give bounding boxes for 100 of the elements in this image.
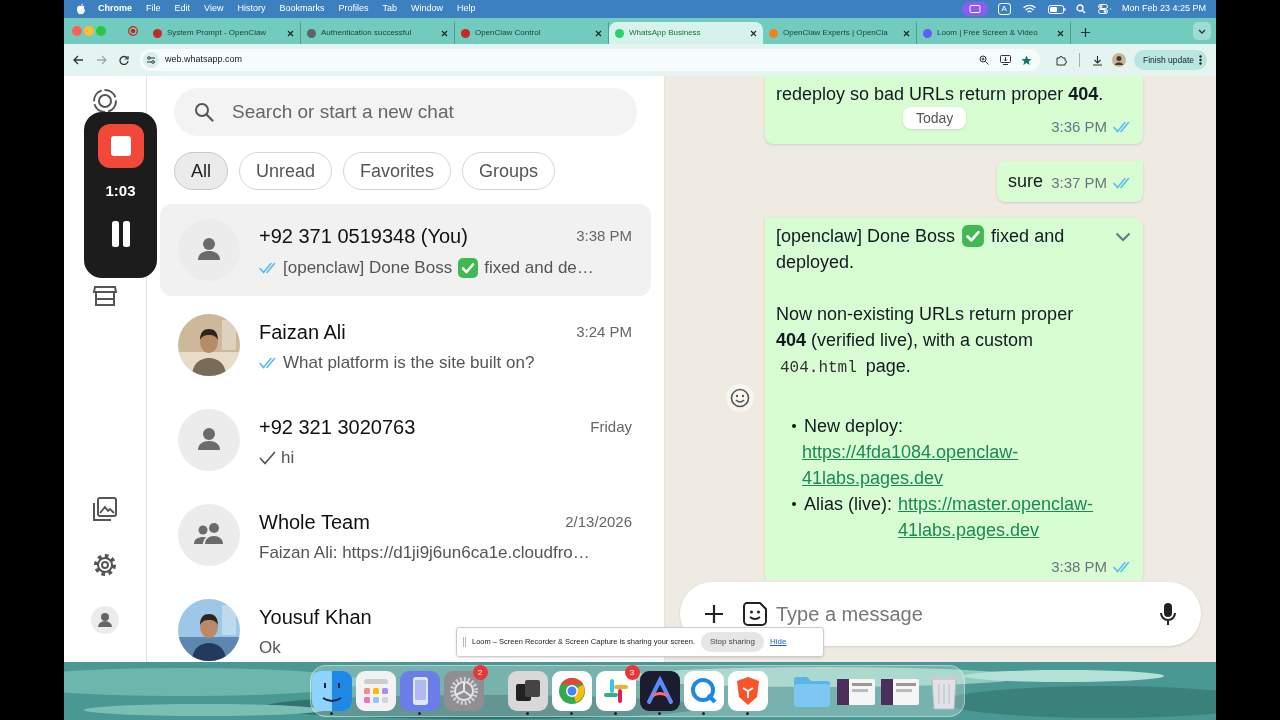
contact-name: Yousuf Khan xyxy=(259,605,372,630)
contact-name: +92 321 3020763 xyxy=(259,415,416,440)
drag-handle-icon[interactable] xyxy=(463,637,466,647)
menu-item[interactable]: Tab xyxy=(382,2,397,16)
storefront-icon[interactable] xyxy=(92,283,118,309)
avatar-icon xyxy=(178,409,240,471)
plus-icon[interactable] xyxy=(704,604,724,624)
chevron-down-icon[interactable] xyxy=(1115,231,1131,242)
profile-avatar-icon[interactable] xyxy=(1112,53,1126,67)
message-preview: fixed and de… xyxy=(484,258,594,278)
extensions-icon[interactable] xyxy=(1056,54,1067,66)
control-center-icon[interactable] xyxy=(1097,4,1112,14)
message-text: redeploy so bad URLs return proper 404. xyxy=(776,83,1105,106)
screen-share-icon[interactable] xyxy=(961,2,988,16)
close-icon[interactable] xyxy=(903,29,910,37)
contact-name: Whole Team xyxy=(259,510,370,535)
record-icon[interactable] xyxy=(128,26,138,36)
chat-time: 3:24 PM xyxy=(576,321,632,342)
input-source-indicator[interactable]: A xyxy=(997,3,1011,15)
battery-icon[interactable] xyxy=(1047,4,1066,14)
message-text: [openclaw] Done Boss xyxy=(776,224,956,248)
stop-sharing-button[interactable]: Stop sharing xyxy=(701,632,764,652)
install-icon[interactable] xyxy=(1000,55,1011,65)
gallery-icon[interactable] xyxy=(92,496,118,522)
close-icon[interactable] xyxy=(595,29,602,37)
menu-item[interactable]: Bookmarks xyxy=(279,2,325,16)
close-icon[interactable] xyxy=(287,29,294,37)
wifi-icon[interactable] xyxy=(1022,4,1036,14)
stacked-squares-icon[interactable] xyxy=(507,671,548,711)
message-preview: What platform is the site built on? xyxy=(283,353,535,373)
search-field[interactable]: Search or start a new chat xyxy=(174,88,637,136)
menu-item[interactable]: View xyxy=(204,2,224,16)
check-emoji-icon xyxy=(457,257,480,279)
search-input[interactable]: Search or start a new chat xyxy=(232,97,637,127)
menu-item[interactable]: History xyxy=(237,2,266,16)
new-tab-icon[interactable] xyxy=(1081,28,1090,37)
filter-chip[interactable]: Groups xyxy=(462,152,556,190)
menu-item[interactable]: Edit xyxy=(174,2,191,16)
list-label: Alias (live): xyxy=(804,492,892,516)
link[interactable]: https://master.openclaw-41labs.pages.dev xyxy=(898,490,1123,543)
chat-time: Friday xyxy=(590,416,632,437)
menu-item[interactable]: Window xyxy=(410,2,443,16)
message-text: fixed and xyxy=(991,224,1065,248)
logo-icon[interactable] xyxy=(76,3,86,15)
split-square-icon[interactable] xyxy=(311,671,352,711)
shield-icon[interactable] xyxy=(727,671,768,711)
settings-icon[interactable] xyxy=(92,552,118,578)
chat-time: 2/13/2026 xyxy=(565,511,632,532)
hide-link[interactable]: Hide xyxy=(769,636,787,648)
close-icon[interactable] xyxy=(1057,29,1064,37)
contact-name: Faizan Ali xyxy=(259,320,346,345)
back-icon[interactable] xyxy=(73,55,84,65)
download-icon[interactable] xyxy=(1092,54,1103,66)
search-icon[interactable] xyxy=(1075,4,1086,14)
message-text: deployed. xyxy=(776,250,855,274)
date-divider: Today xyxy=(903,107,967,129)
more-icon[interactable] xyxy=(1199,55,1203,65)
recording-timer: 1:03 xyxy=(105,181,136,201)
sticker-icon[interactable] xyxy=(742,601,768,627)
app-menu[interactable]: Chrome xyxy=(98,2,132,16)
microphone-icon[interactable] xyxy=(1159,602,1177,626)
zoom-icon[interactable] xyxy=(979,55,989,65)
message-text: sure xyxy=(1008,169,1044,193)
menu-item[interactable]: File xyxy=(146,2,161,16)
stop-recording-button[interactable] xyxy=(97,124,144,168)
contact-name: +92 371 0519348 (You) xyxy=(259,224,468,249)
menu-item[interactable]: Help xyxy=(457,2,476,16)
group-avatar-icon xyxy=(178,504,240,566)
hash-icon[interactable] xyxy=(595,671,636,711)
chat-time: 3:38 PM xyxy=(576,225,632,246)
message-input[interactable]: Type a message xyxy=(776,599,1159,629)
phone-icon[interactable] xyxy=(399,671,440,711)
search-icon[interactable] xyxy=(194,102,214,122)
arch-icon[interactable] xyxy=(639,671,680,711)
gear-icon[interactable] xyxy=(443,671,484,711)
filter-chip[interactable]: Favorites xyxy=(343,152,452,190)
ring-tail-icon[interactable] xyxy=(683,671,724,711)
close-icon[interactable] xyxy=(750,29,757,37)
menu-bar-clock[interactable]: Mon Feb 23 4:25 PM xyxy=(1121,2,1206,16)
reload-icon[interactable] xyxy=(119,55,129,65)
chat-row[interactable]: +92 371 0519348 (You) 3:38 PM [openclaw] Done Boss fixed and de… xyxy=(160,204,651,296)
emoji-reaction-button[interactable] xyxy=(726,384,754,412)
star-icon[interactable] xyxy=(1021,54,1032,66)
finish-update-button[interactable]: Finish update xyxy=(1134,50,1208,70)
message-time: 3:37 PM xyxy=(1051,173,1107,193)
browser-tab[interactable]: WhatsApp Business xyxy=(609,22,763,44)
filter-chip[interactable]: All xyxy=(174,152,228,190)
message-text: Now non-existing URLs return proper 404 (verified live), with a custom 404.html page. xyxy=(776,302,1075,379)
status-icon[interactable] xyxy=(92,88,118,114)
address-bar[interactable]: web.whatsapp.com xyxy=(140,49,1040,71)
message-preview: [openclaw] Done Boss xyxy=(283,258,453,278)
check-emoji-icon xyxy=(961,223,986,248)
filter-chip[interactable]: Unread xyxy=(239,152,333,190)
site-settings-icon[interactable] xyxy=(143,52,159,68)
menu-item[interactable]: Profiles xyxy=(338,2,369,16)
profile-icon[interactable] xyxy=(91,606,119,634)
pause-button[interactable] xyxy=(109,220,132,247)
message-time: 3:38 PM xyxy=(1051,556,1107,577)
message-time: 3:36 PM xyxy=(1051,117,1107,137)
close-icon[interactable] xyxy=(441,29,448,37)
